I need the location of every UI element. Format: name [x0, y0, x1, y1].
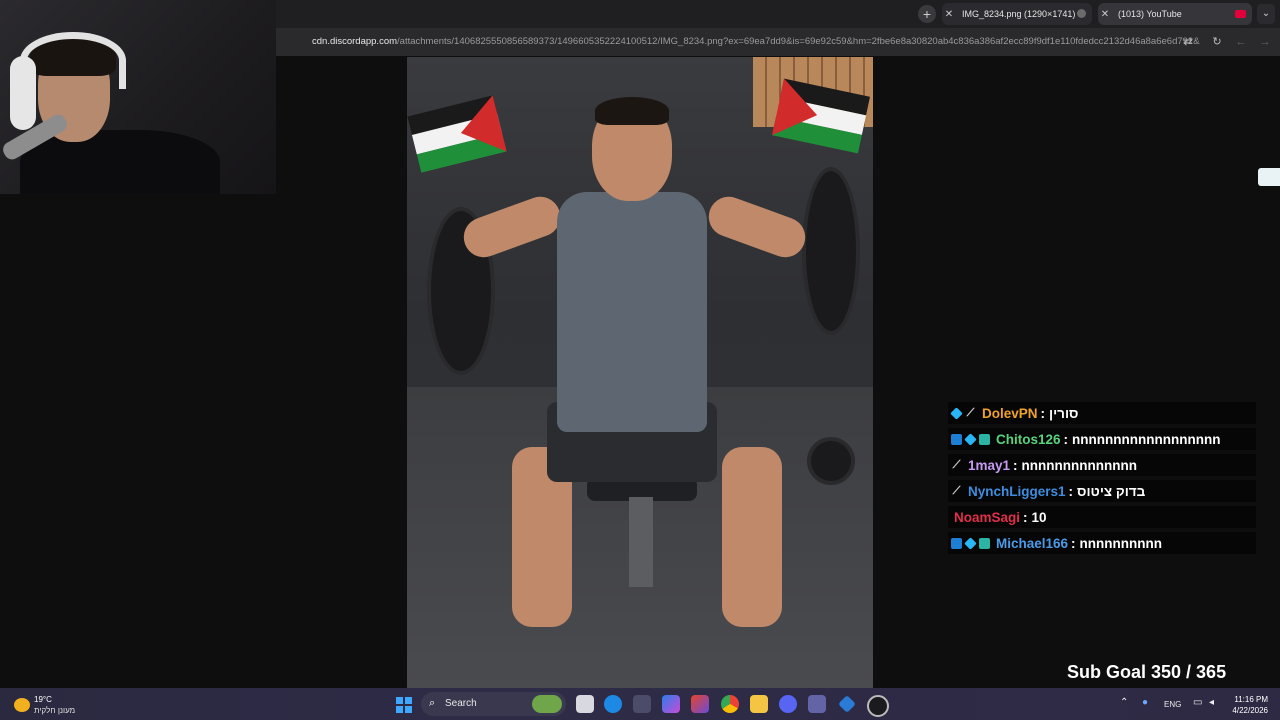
weather-temperature: 19°C: [34, 695, 52, 704]
left-arm: [458, 191, 566, 263]
chat-text: 10: [1031, 509, 1047, 525]
search-highlight-icon: [532, 695, 562, 713]
chat-message: NoamSagi:10: [948, 506, 1256, 528]
weight-plate: [807, 437, 855, 485]
discord-icon[interactable]: [779, 695, 797, 713]
stream-chat-overlay: ⟋ DolevPN: סורין Chitos126: nnnnnnnnnnnnnnnn…: [948, 402, 1256, 558]
tab-discord-image[interactable]: ✕ IMG_8234.png (1290×1741): [942, 3, 1092, 25]
taskbar-search[interactable]: ⌕ Search: [421, 692, 566, 716]
url-path: /attachments/1406825550856589373/1496605…: [397, 36, 1200, 47]
copilot-icon[interactable]: [662, 695, 680, 713]
chevron-up-icon[interactable]: ⌃: [1120, 697, 1128, 708]
chat-message: ⟋ DolevPN: סורין: [948, 402, 1256, 424]
pen-badge-icon: ⟋: [952, 458, 961, 471]
chat-separator: :: [1068, 483, 1074, 499]
tab-title: IMG_8234.png (1290×1741): [962, 9, 1076, 19]
chat-separator: :: [1013, 457, 1018, 473]
discord-icon: [1077, 9, 1086, 18]
tab-youtube[interactable]: ✕ (1013) YouTube: [1098, 3, 1252, 25]
back-icon[interactable]: ←: [1234, 35, 1248, 49]
language-indicator[interactable]: ENG: [1164, 700, 1181, 709]
chat-username: Chitos126: [996, 431, 1061, 447]
chat-separator: :: [1023, 509, 1028, 525]
task-view-icon[interactable]: [576, 695, 594, 713]
bench-post: [629, 497, 653, 587]
folder-icon[interactable]: [750, 695, 768, 713]
microphone-icon[interactable]: ●: [1142, 697, 1148, 708]
pen-badge-icon: ⟋: [952, 484, 961, 497]
search-placeholder: Search: [445, 698, 477, 709]
forward-icon[interactable]: →: [1258, 35, 1272, 49]
chat-username: Michael166: [996, 535, 1069, 551]
clock-date: 4/22/2026: [1232, 706, 1268, 715]
tab-title: (1013) YouTube: [1118, 9, 1182, 19]
pen-badge-icon: ⟋: [966, 406, 975, 419]
cube-badge-icon: [950, 406, 963, 420]
chat-text: nnnnnnnnnn: [1079, 535, 1163, 551]
chat-text: סורין: [1049, 405, 1079, 421]
weather-icon: [14, 698, 30, 712]
chat-username: DolevPN: [982, 405, 1038, 421]
chat-username: NynchLiggers1: [968, 483, 1066, 499]
youtube-icon: [1235, 10, 1246, 18]
windows-taskbar: 19°C מעונן חלקית ⌕ Search ⌃ ● ENG ▭ ◂ 11…: [0, 688, 1280, 720]
close-tab-icon[interactable]: ✕: [942, 4, 956, 26]
store-icon[interactable]: [633, 695, 651, 713]
chrome-icon[interactable]: [721, 695, 739, 713]
chat-text: בדוק ציטוס: [1077, 483, 1146, 499]
url-host: cdn.discordapp.com: [312, 36, 398, 47]
tank-top: [557, 192, 707, 432]
office-icon[interactable]: [691, 695, 709, 713]
prime-badge-icon: [951, 537, 962, 549]
new-tab-button[interactable]: +: [918, 5, 936, 23]
side-panel-icon[interactable]: [1258, 168, 1280, 186]
browser-tab-bar: + ✕ IMG_8234.png (1290×1741) ✕ (1013) Yo…: [276, 0, 1280, 28]
monitor-icon[interactable]: ▭: [1193, 697, 1202, 708]
windows-start-icon[interactable]: [396, 697, 412, 713]
chat-text: nnnnnnnnnnnnnnnnnn: [1072, 431, 1221, 447]
palestinian-flag: [407, 95, 507, 173]
chat-message: Chitos126: nnnnnnnnnnnnnnnnnn: [948, 428, 1256, 450]
sub-goal-counter: Sub Goal 350 / 365: [1067, 662, 1227, 682]
sub-badge-icon: [979, 537, 990, 549]
reload-icon[interactable]: ↻: [1210, 35, 1224, 49]
chat-message: ⟋ 1may1: nnnnnnnnnnnnnn: [948, 454, 1256, 476]
chat-message: ⟋ NynchLiggers1: בדוק ציטוס: [948, 480, 1256, 502]
address-bar[interactable]: cdn.discordapp.com/attachments/140682555…: [276, 28, 1280, 56]
teams-icon[interactable]: [808, 695, 826, 713]
chat-message: Michael166: nnnnnnnnnn: [948, 532, 1256, 554]
right-leg: [722, 447, 782, 627]
person-hair: [595, 97, 669, 125]
chat-username: NoamSagi: [954, 509, 1021, 525]
url-text[interactable]: cdn.discordapp.com/attachments/140682555…: [312, 36, 1200, 47]
streamer-body: [20, 130, 220, 194]
close-tab-icon[interactable]: ✕: [1098, 4, 1112, 26]
cube-badge-icon: [964, 536, 977, 550]
sub-badge-icon: [979, 433, 990, 445]
chat-text: nnnnnnnnnnnnnn: [1021, 457, 1137, 473]
headphone-earcup: [10, 56, 36, 130]
chat-separator: :: [1071, 535, 1076, 551]
displayed-image[interactable]: [407, 57, 873, 688]
weather-description: מעונן חלקית: [34, 706, 76, 715]
vscode-icon[interactable]: [838, 695, 856, 713]
share-icon[interactable]: ⇄: [1181, 35, 1195, 49]
chat-username: 1may1: [968, 457, 1011, 473]
chat-separator: :: [1063, 431, 1069, 447]
tab-menu-button[interactable]: ⌄: [1257, 4, 1275, 24]
webcam-overlay: [0, 0, 276, 194]
weight-plate: [802, 167, 860, 335]
system-clock[interactable]: 11:16 PM 4/22/2026: [1226, 694, 1268, 716]
chat-separator: :: [1040, 405, 1046, 421]
obs-icon[interactable]: [867, 695, 889, 717]
clock-time: 11:16 PM: [1234, 695, 1268, 704]
right-arm: [703, 191, 811, 263]
edge-icon[interactable]: [604, 695, 622, 713]
cube-badge-icon: [964, 432, 977, 446]
prime-badge-icon: [951, 433, 962, 445]
volume-icon[interactable]: ◂: [1209, 697, 1214, 708]
search-icon: ⌕: [429, 697, 436, 709]
